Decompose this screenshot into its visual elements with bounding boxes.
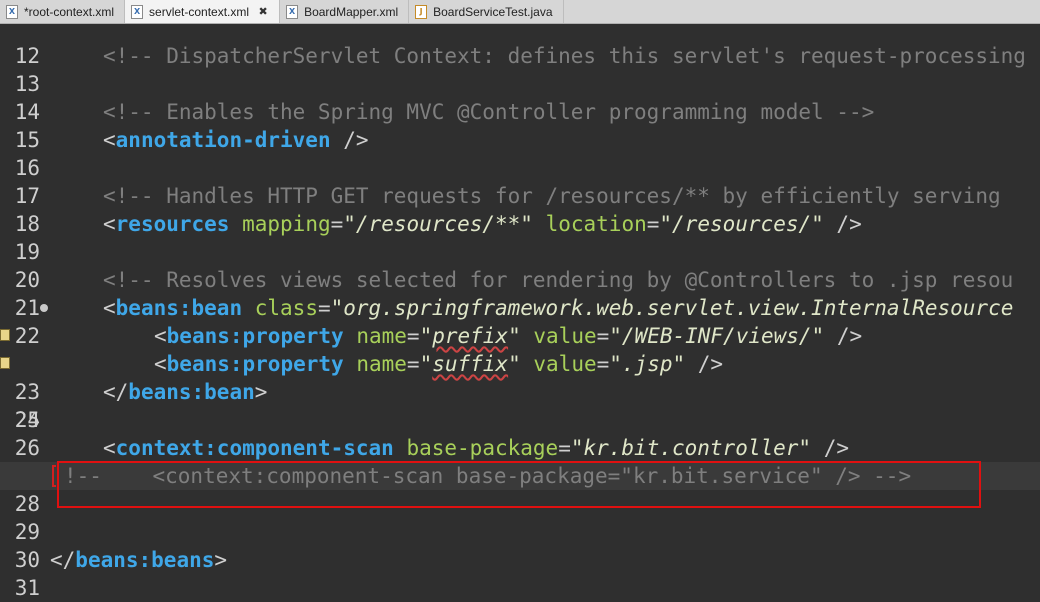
- code-line: 25 </beans:bean>: [0, 378, 1040, 432]
- editor-tab-bar: X *root-context.xml X servlet-context.xm…: [0, 0, 1040, 24]
- xml-value: "/resources/": [659, 212, 824, 236]
- xml-tag: beans:property: [166, 352, 344, 376]
- xml-attribute: mapping: [242, 212, 331, 236]
- warning-marker-icon[interactable]: [0, 329, 10, 341]
- comment: <!-- Resolves views selected for renderi…: [103, 268, 1014, 292]
- xml-value: "org.springframework.web.servlet.view.In…: [330, 296, 1014, 320]
- code-line: 20: [0, 238, 1040, 292]
- tab-servlet-context[interactable]: X servlet-context.xml ✖: [125, 0, 281, 23]
- tab-label: BoardServiceTest.java: [433, 4, 553, 19]
- xml-file-icon: X: [286, 4, 299, 19]
- xml-value: "/WEB-INF/views/": [609, 324, 825, 348]
- xml-tag: annotation-driven: [115, 128, 331, 152]
- xml-attribute: name: [356, 324, 407, 348]
- xml-attribute: location: [545, 212, 647, 236]
- code-line: 14: [0, 70, 1040, 124]
- code-line: 19 <resources mapping="/resources/**" lo…: [0, 210, 1040, 264]
- xml-file-icon: X: [131, 4, 144, 19]
- code-line: 21 <!-- Resolves views selected for rend…: [0, 266, 1040, 320]
- code-line: 31 </beans:beans>: [0, 546, 1040, 600]
- tab-label: servlet-context.xml: [149, 4, 250, 19]
- xml-value: prefix: [432, 324, 509, 348]
- code-editor[interactable]: 12 13 <!-- DispatcherServlet Context: de…: [0, 24, 1040, 602]
- code-line: 27 <context:component-scan base-package=…: [0, 434, 1040, 488]
- code-line: 30: [0, 518, 1040, 572]
- code-line: 26: [0, 406, 1040, 460]
- xml-value-quote: ": [419, 352, 433, 376]
- tab-label: BoardMapper.xml: [304, 4, 399, 19]
- java-file-icon: J: [415, 4, 428, 19]
- code-line: 13 <!-- DispatcherServlet Context: defin…: [0, 42, 1040, 96]
- xml-value: "/resources/**": [343, 212, 533, 236]
- xml-attribute: class: [254, 296, 318, 320]
- fold-toggle-icon[interactable]: [40, 304, 48, 312]
- code-line: 22 <beans:bean class="org.springframewor…: [0, 294, 1040, 348]
- code-line: 24 <beans:property name="suffix" value="…: [0, 350, 1040, 432]
- xml-tag: resources: [115, 212, 230, 236]
- code-line: 18 <!-- Handles HTTP GET requests for /r…: [0, 182, 1040, 236]
- xml-attribute: name: [356, 352, 407, 376]
- xml-value: ".jsp": [609, 352, 686, 376]
- code-line: 17: [0, 154, 1040, 208]
- xml-tag: beans:bean: [128, 380, 255, 404]
- xml-value-quote: ": [508, 352, 521, 376]
- code-line: 15 <!-- Enables the Spring MVC @Controll…: [0, 98, 1040, 152]
- xml-tag: context:component-scan: [115, 436, 394, 460]
- xml-attribute: value: [533, 352, 597, 376]
- code-line: 23 <beans:property name="prefix" value="…: [0, 322, 1040, 404]
- xml-tag: beans:beans: [75, 548, 215, 572]
- close-icon[interactable]: ✖: [257, 5, 269, 18]
- tab-board-mapper[interactable]: X BoardMapper.xml: [280, 0, 410, 23]
- warning-marker-icon[interactable]: [0, 357, 10, 369]
- tab-root-context[interactable]: X *root-context.xml: [0, 0, 126, 23]
- highlight-annotation-box: [57, 461, 981, 508]
- comment: <!-- Handles HTTP GET requests for /reso…: [103, 184, 1001, 208]
- code-line: 16 <annotation-driven />: [0, 126, 1040, 180]
- xml-value: "kr.bit.controller": [570, 436, 812, 460]
- comment: <!-- Enables the Spring MVC @Controller …: [103, 100, 875, 124]
- xml-tag: beans:bean: [115, 296, 243, 320]
- xml-value-quote: ": [508, 324, 521, 348]
- tab-board-service-test[interactable]: J BoardServiceTest.java: [409, 0, 564, 23]
- xml-attribute: base-package: [406, 436, 559, 460]
- xml-file-icon: X: [6, 4, 18, 19]
- code-line: 12: [0, 24, 1040, 68]
- xml-value-quote: ": [419, 324, 433, 348]
- code-line: 32: [0, 574, 1040, 602]
- xml-attribute: value: [533, 324, 597, 348]
- xml-value: suffix: [432, 352, 509, 376]
- xml-tag: beans:property: [166, 324, 344, 348]
- bracket-match-marker: [52, 465, 56, 487]
- tab-label: *root-context.xml: [24, 4, 115, 19]
- comment: <!-- DispatcherServlet Context: defines …: [103, 44, 1026, 68]
